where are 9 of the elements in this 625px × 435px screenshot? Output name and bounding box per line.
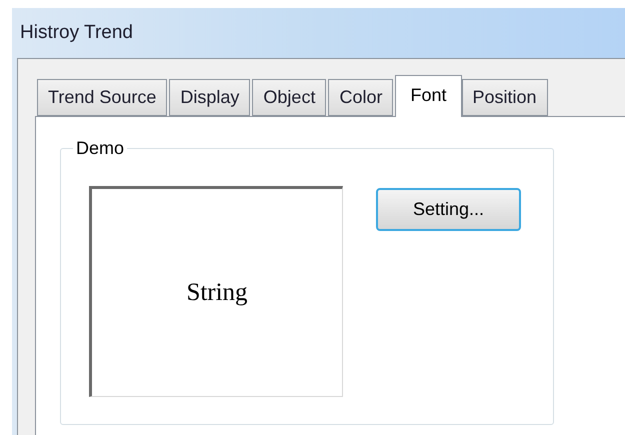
tab[interactable]: Position — [462, 79, 548, 116]
tab[interactable]: Object — [252, 79, 326, 116]
tab[interactable]: Color — [328, 79, 394, 116]
tab[interactable]: Display — [169, 79, 250, 116]
window-title: Histroy Trend — [19, 20, 134, 45]
tab[interactable]: Font — [395, 75, 462, 117]
preview-text: String — [186, 278, 248, 308]
setting-button[interactable]: Setting... — [376, 188, 521, 231]
tab[interactable]: Trend Source — [37, 79, 168, 116]
